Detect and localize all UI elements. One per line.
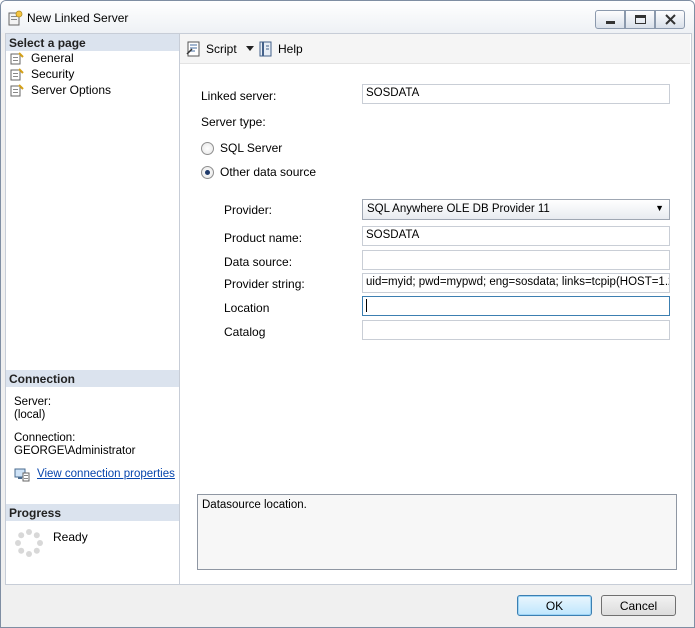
location-label: Location [224, 301, 270, 315]
catalog-input[interactable] [362, 320, 670, 340]
progress-spinner-icon [15, 529, 43, 557]
connection-header: Connection [6, 370, 179, 387]
page-icon [10, 52, 24, 65]
other-data-source-radio-label[interactable]: Other data source [220, 165, 316, 179]
page-icon [10, 84, 24, 97]
linked-server-icon [8, 10, 23, 26]
select-page-header: Select a page [6, 34, 179, 51]
ok-button[interactable]: OK [517, 595, 592, 616]
minimize-button[interactable] [595, 10, 625, 29]
script-label: Script [206, 42, 237, 56]
provider-string-input[interactable]: uid=myid; pwd=mypwd; eng=sosdata; links=… [362, 273, 670, 293]
page-item-label: Security [31, 67, 75, 81]
linked-server-label: Linked server: [201, 89, 277, 103]
close-icon [665, 14, 676, 25]
help-button[interactable]: Help [258, 41, 308, 58]
description-box: Datasource location. [197, 494, 677, 570]
server-type-label: Server type: [201, 115, 266, 129]
chevron-down-icon [246, 46, 254, 51]
other-data-source-radio[interactable] [201, 166, 214, 179]
help-label: Help [278, 42, 303, 56]
close-button[interactable] [655, 10, 685, 29]
product-name-input[interactable]: SOSDATA [362, 226, 670, 246]
right-pane: Script Help Linked server: SOSDATA Serve… [180, 33, 692, 585]
provider-label: Provider: [224, 203, 273, 217]
new-linked-server-dialog: New Linked Server Select a page General [0, 0, 695, 628]
page-item-label: General [31, 51, 74, 65]
provider-select[interactable]: SQL Anywhere OLE DB Provider 11 ▼ [362, 199, 670, 220]
server-label: Server: [14, 396, 52, 408]
data-source-input[interactable] [362, 250, 670, 270]
page-icon [10, 68, 24, 81]
window-title: New Linked Server [27, 11, 129, 25]
product-name-label: Product name: [224, 231, 303, 245]
radio-selected-dot [205, 170, 210, 175]
maximize-icon [635, 15, 646, 24]
script-button[interactable]: Script [186, 41, 256, 58]
provider-select-value: SQL Anywhere OLE DB Provider 11 [367, 203, 550, 215]
toolbar: Script Help [180, 34, 690, 64]
data-source-label: Data source: [224, 255, 293, 269]
provider-string-label: Provider string: [224, 277, 305, 291]
title-bar: New Linked Server [1, 1, 694, 33]
view-connection-properties-link[interactable]: View connection properties [37, 468, 175, 480]
progress-header: Progress [6, 504, 179, 521]
sql-server-radio-label[interactable]: SQL Server [220, 141, 282, 155]
sql-server-radio[interactable] [201, 142, 214, 155]
linked-server-input[interactable]: SOSDATA [362, 84, 670, 104]
help-icon [259, 41, 272, 57]
connection-properties-icon [14, 468, 30, 482]
script-icon [186, 41, 200, 57]
minimize-icon [606, 21, 615, 24]
server-value: (local) [14, 409, 46, 421]
catalog-label: Catalog [224, 325, 266, 339]
left-pane: Select a page General Security Server Op… [5, 33, 180, 585]
maximize-button[interactable] [625, 10, 655, 29]
page-item-label: Server Options [31, 83, 112, 97]
connection-value: GEORGE\Administrator [14, 445, 136, 457]
progress-status: Ready [53, 530, 88, 544]
location-input[interactable] [362, 296, 670, 316]
text-caret [366, 299, 367, 312]
connection-label: Connection: [14, 432, 76, 444]
cancel-button[interactable]: Cancel [601, 595, 676, 616]
chevron-down-icon: ▼ [655, 203, 664, 213]
